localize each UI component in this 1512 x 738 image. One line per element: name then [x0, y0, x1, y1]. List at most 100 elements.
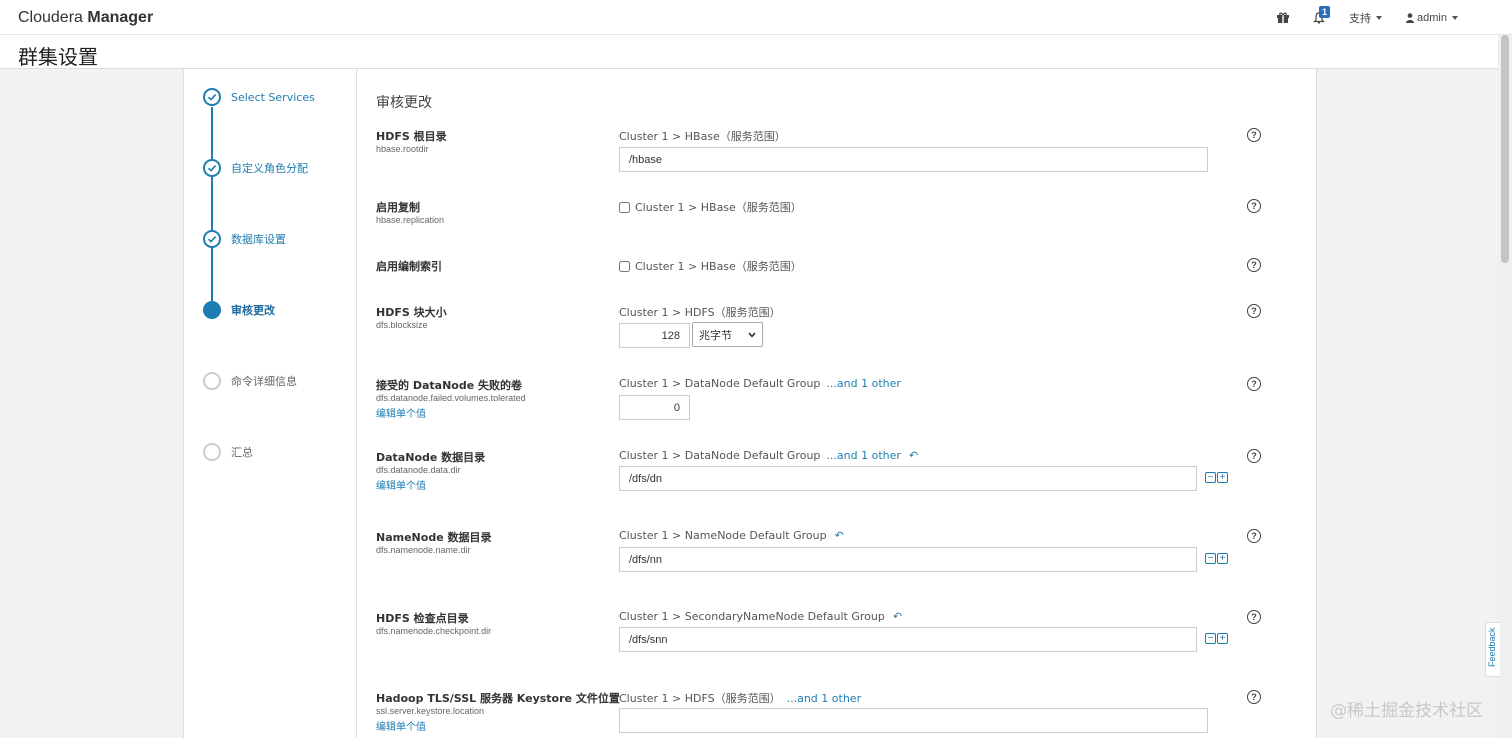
- checkpoint-dir-input[interactable]: /dfs/snn: [619, 627, 1197, 652]
- help-icon[interactable]: ?: [1247, 258, 1261, 272]
- enable-replication-checkbox[interactable]: [619, 201, 630, 213]
- and-other-link[interactable]: ...and 1 other: [826, 449, 900, 462]
- chevron-down-icon: [748, 332, 756, 338]
- step-custom-roles[interactable]: 自定义角色分配: [203, 158, 308, 178]
- watermark-text: @稀土掘金技术社区: [1330, 701, 1483, 721]
- support-menu[interactable]: 支持: [1337, 0, 1394, 35]
- param-name: Hadoop TLS/SSL 服务器 Keystore 文件位置: [376, 692, 620, 705]
- user-menu[interactable]: admin: [1394, 0, 1470, 35]
- add-plus-icon[interactable]: +: [1217, 553, 1228, 564]
- param-scope: Cluster 1 > HBase（服务范围）: [619, 199, 802, 215]
- scope-text: Cluster 1 > HBase（服务范围）: [635, 201, 802, 214]
- param-name: HDFS 根目录: [376, 130, 447, 143]
- ssl-keystore-input[interactable]: [619, 708, 1208, 733]
- param-name: HDFS 块大小: [376, 306, 447, 319]
- pending-step-circle-icon: [203, 443, 221, 461]
- step-label: 自定义角色分配: [231, 162, 308, 175]
- wizard-steps: Select Services 自定义角色分配 数据库设置 审核更改 命令详细信…: [184, 69, 357, 738]
- brand-text-bold: Manager: [87, 9, 154, 26]
- param-key: ssl.server.keystore.location: [376, 706, 485, 716]
- scope-text: Cluster 1 > SecondaryNameNode Default Gr…: [619, 610, 885, 623]
- scope-text: Cluster 1 > HBase（服务范围）: [619, 130, 786, 143]
- brand-logo[interactable]: Cloudera Manager: [18, 9, 153, 27]
- param-key: dfs.namenode.checkpoint.dir: [376, 626, 492, 636]
- add-plus-icon[interactable]: +: [1217, 472, 1228, 483]
- notifications-bell-icon[interactable]: 1: [1301, 0, 1337, 35]
- remove-minus-icon[interactable]: −: [1205, 472, 1216, 483]
- help-icon[interactable]: ?: [1247, 377, 1261, 391]
- parcel-gift-icon[interactable]: [1265, 0, 1301, 35]
- feedback-label: Feedback: [1487, 627, 1497, 667]
- edit-single-value-link[interactable]: 编辑单个值: [376, 718, 426, 733]
- scope-text: Cluster 1 > DataNode Default Group: [619, 449, 821, 462]
- help-icon[interactable]: ?: [1247, 199, 1261, 213]
- param-scope: Cluster 1 > HDFS（服务范围）: [619, 304, 781, 320]
- vertical-scrollbar[interactable]: [1498, 35, 1512, 738]
- undo-arrow-icon[interactable]: ↶: [909, 449, 918, 462]
- edit-single-value-link[interactable]: 编辑单个值: [376, 405, 426, 420]
- feedback-tab[interactable]: Feedback: [1485, 622, 1500, 677]
- help-icon[interactable]: ?: [1247, 304, 1261, 318]
- chevron-down-icon: [1452, 15, 1458, 20]
- failed-volumes-input[interactable]: 0: [619, 395, 690, 420]
- chevron-down-icon: [1376, 15, 1383, 20]
- check-icon: [203, 88, 221, 106]
- top-navbar: Cloudera Manager 1 支持 admin: [0, 0, 1512, 35]
- blocksize-input[interactable]: 128: [619, 323, 690, 348]
- param-scope: Cluster 1 > NameNode Default Group ↶: [619, 529, 844, 542]
- step-label: 数据库设置: [231, 233, 286, 246]
- param-row-dfs-blocksize: HDFS 块大小 dfs.blocksize Cluster 1 > HDFS（…: [376, 304, 1276, 349]
- param-key: dfs.blocksize: [376, 320, 428, 330]
- step-select-services[interactable]: Select Services: [203, 87, 315, 107]
- hbase-rootdir-input[interactable]: /hbase: [619, 147, 1208, 172]
- step-label: 命令详细信息: [231, 375, 297, 388]
- namenode-name-dir-input[interactable]: /dfs/nn: [619, 547, 1197, 572]
- brand-text-light: Cloudera: [18, 9, 88, 26]
- section-title: 审核更改: [376, 95, 432, 111]
- step-command-details: 命令详细信息: [203, 371, 297, 391]
- param-name: HDFS 检查点目录: [376, 612, 469, 625]
- help-icon[interactable]: ?: [1247, 128, 1261, 142]
- param-key: dfs.namenode.name.dir: [376, 545, 471, 555]
- support-label: 支持: [1349, 12, 1372, 25]
- step-review-changes[interactable]: 审核更改: [203, 300, 275, 320]
- edit-single-value-link[interactable]: 编辑单个值: [376, 477, 426, 492]
- step-summary: 汇总: [203, 442, 253, 462]
- param-scope: Cluster 1 > HDFS（服务范围） ...and 1 other: [619, 690, 861, 706]
- param-scope: Cluster 1 > DataNode Default Group ...an…: [619, 377, 901, 390]
- param-scope: Cluster 1 > HBase（服务范围）: [619, 128, 786, 144]
- scrollbar-thumb[interactable]: [1501, 35, 1509, 263]
- steps-connector-line: [211, 107, 213, 318]
- param-row-namenode-name-dir: NameNode 数据目录 dfs.namenode.name.dir Clus…: [376, 529, 1276, 574]
- scope-text: Cluster 1 > HDFS（服务范围）: [619, 692, 781, 705]
- undo-arrow-icon[interactable]: ↶: [835, 529, 844, 542]
- step-label: Select Services: [231, 90, 315, 104]
- param-key: hbase.replication: [376, 215, 445, 225]
- step-database-setup[interactable]: 数据库设置: [203, 229, 286, 249]
- add-plus-icon[interactable]: +: [1217, 633, 1228, 644]
- param-name: 启用复制: [376, 201, 420, 214]
- review-changes-content: 审核更改 HDFS 根目录 hbase.rootdir Cluster 1 > …: [376, 69, 1318, 738]
- and-other-link[interactable]: ...and 1 other: [787, 692, 861, 705]
- and-other-link[interactable]: ...and 1 other: [826, 377, 900, 390]
- undo-arrow-icon[interactable]: ↶: [893, 610, 902, 623]
- help-icon[interactable]: ?: [1247, 529, 1261, 543]
- help-icon[interactable]: ?: [1247, 690, 1261, 704]
- help-icon[interactable]: ?: [1247, 449, 1261, 463]
- param-scope: Cluster 1 > SecondaryNameNode Default Gr…: [619, 610, 902, 623]
- add-remove-controls: − +: [1205, 633, 1228, 644]
- blocksize-unit-select[interactable]: 兆字节: [692, 322, 763, 347]
- param-row-hbase-rootdir: HDFS 根目录 hbase.rootdir Cluster 1 > HBase…: [376, 128, 1276, 173]
- help-icon[interactable]: ?: [1247, 610, 1261, 624]
- param-name: DataNode 数据目录: [376, 451, 486, 464]
- active-step-dot-icon: [203, 301, 221, 319]
- remove-minus-icon[interactable]: −: [1205, 633, 1216, 644]
- param-row-datanode-data-dir: DataNode 数据目录 dfs.datanode.data.dir 编辑单个…: [376, 449, 1276, 494]
- enable-indexing-checkbox[interactable]: [619, 260, 630, 272]
- param-key: dfs.datanode.failed.volumes.tolerated: [376, 393, 526, 403]
- scope-text: Cluster 1 > HDFS（服务范围）: [619, 306, 781, 319]
- param-name: 启用编制索引: [376, 260, 442, 273]
- remove-minus-icon[interactable]: −: [1205, 553, 1216, 564]
- datanode-data-dir-input[interactable]: /dfs/dn: [619, 466, 1197, 491]
- param-row-failed-volumes: 接受的 DataNode 失败的卷 dfs.datanode.failed.vo…: [376, 377, 1276, 422]
